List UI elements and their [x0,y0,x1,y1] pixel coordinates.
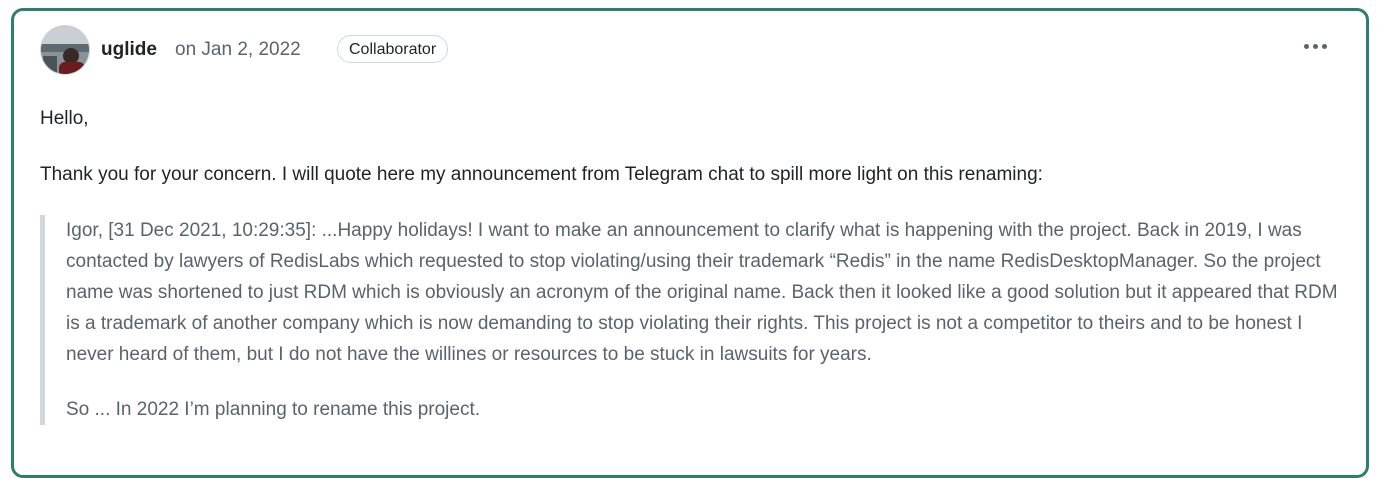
collaborator-badge: Collaborator [337,35,449,63]
intro-text: Thank you for your concern. I will quote… [40,164,1043,185]
avatar-image [41,26,89,74]
avatar[interactable] [40,25,90,75]
comment-header: uglide on Jan 2, 2022 Collaborator [14,11,1366,89]
comment-date[interactable]: on Jan 2, 2022 [175,38,301,62]
author-username[interactable]: uglide [101,38,157,62]
kebab-horizontal-icon[interactable] [1302,39,1330,55]
quote-paragraph: So ... In 2022 I’m planning to rename th… [66,399,481,420]
greeting-text: Hello, [40,108,89,129]
quote-paragraph: Igor, [31 Dec 2021, 10:29:35]: ...Happy … [66,220,1338,365]
comment-card: uglide on Jan 2, 2022 Collaborator Hello… [11,8,1369,478]
blockquote: Igor, [31 Dec 2021, 10:29:35]: ...Happy … [40,215,1340,425]
